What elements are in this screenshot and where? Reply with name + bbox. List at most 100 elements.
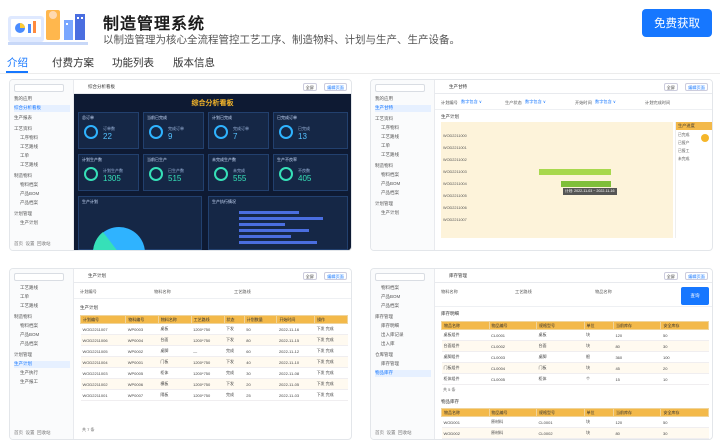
tab-pricing[interactable]: 付费方案 xyxy=(52,55,94,70)
gantt-tooltip: 计划: 2022-11-03 ~ 2022-11-16 xyxy=(563,188,617,195)
table-row: 桌板组件 CL0001 桌板块 120 50 xyxy=(441,329,709,341)
table-cell: 50 xyxy=(244,323,277,335)
table-header-cell: 安全库存 xyxy=(660,321,709,330)
screenshot-plan-list[interactable]: 工艺路线 工单 工艺路线 制造物料 物料档案 产品BOM 产品档案 计划管理 生… xyxy=(9,268,352,440)
mini-sidebar: 工艺路线 工单 工艺路线 制造物料 物料档案 产品BOM 产品档案 计划管理 生… xyxy=(10,269,74,439)
screenshot-gantt[interactable]: 我的应用 生产甘特 工艺资料 工序物料 工艺路线 工单 工艺路线 制造物料 物料… xyxy=(370,79,713,251)
mini-pager: 共 5 条 xyxy=(443,387,456,392)
mini-sidebar-item: 工艺路线 xyxy=(381,134,399,139)
mini-sidebar-item: 工序物料 xyxy=(381,125,399,130)
table-cell: 1200*750 xyxy=(191,323,225,335)
table-header-cell: 规格型号 xyxy=(536,408,585,417)
mini-sidebar-item: 生产计划 xyxy=(20,220,38,225)
mini-sidebar-item: 我的应用 xyxy=(14,96,32,101)
table-row: WOD001 原材料 CL0001 块 120 50 xyxy=(441,416,709,428)
dashboard-canvas: 综合分析看板 总订单 订单数 22 当前已完成 完成订单 9 计划已完成 完成订单 7… xyxy=(74,94,351,250)
table-cell: 60 xyxy=(244,345,277,357)
mini-sidebar-item: 物品库存 xyxy=(375,370,431,377)
table-header-cell: 操作 xyxy=(314,315,348,324)
table-header-cell: 计划编号 xyxy=(79,315,127,324)
table-cell: 门板 xyxy=(536,362,585,374)
tab-features[interactable]: 功能列表 xyxy=(112,55,154,70)
table-cell: 1200*750 xyxy=(191,356,225,368)
table-cell: WOD2211007 xyxy=(80,323,126,335)
mini-sidebar-item: 库存管理 xyxy=(381,361,399,366)
table-cell: 30 xyxy=(244,367,277,379)
mini-edit-button: 编辑页面 xyxy=(685,83,708,91)
mini-sidebar-item: 我的应用 xyxy=(375,96,393,101)
mini-sidebar-item: 物料档案 xyxy=(20,182,38,187)
table-header-cell: 规格型号 xyxy=(536,321,585,330)
dashboard-title: 综合分析看板 xyxy=(191,100,234,107)
tab-intro[interactable]: 介绍 xyxy=(7,55,28,70)
table-cell: 2022-11-12 xyxy=(276,345,315,357)
table-cell: 块 xyxy=(584,427,614,439)
table-cell: WOD2211006 xyxy=(80,334,126,346)
mini-breadcrumb: 综合分析看板 xyxy=(88,84,115,89)
table-cell: WOD2211004 xyxy=(80,356,126,368)
table-cell: 50 xyxy=(660,416,709,428)
table-cell: 桌板 xyxy=(158,323,192,335)
table-cell: WP0002 xyxy=(125,345,159,357)
screenshot-dashboard[interactable]: 我的应用 综合分析看板 生产报表 工艺资料 工序物料 工艺路线 工单 工艺路线 … xyxy=(9,79,352,251)
mini-breadcrumb: 生产甘特 xyxy=(449,84,467,89)
tab-active-indicator xyxy=(6,71,28,73)
mini-sidebar-item: 产品BOM xyxy=(381,294,401,299)
table-cell: 块 xyxy=(584,416,614,428)
mini-sidebar-item: 物料档案 xyxy=(381,172,399,177)
table-cell: 柜体 xyxy=(158,367,192,379)
table-cell: 30 xyxy=(660,340,709,352)
table-cell: WP0007 xyxy=(125,389,159,401)
mini-search-input xyxy=(375,84,425,92)
table-cell: WP0001 xyxy=(125,356,159,368)
table-cell: WOD2211001 xyxy=(80,389,126,401)
table-cell: 20 xyxy=(244,378,277,390)
mini-sidebar: 我的应用 综合分析看板 生产报表 工艺资料 工序物料 工艺路线 工单 工艺路线 … xyxy=(10,80,74,250)
table-cell: 下发 完成 xyxy=(314,367,348,379)
mini-sidebar-item: 出入库 xyxy=(381,341,395,346)
get-free-button[interactable]: 免费获取 xyxy=(642,9,712,37)
mini-sidebar-item: 产品BOM xyxy=(381,181,401,186)
table-cell: CL0001 xyxy=(536,416,585,428)
mini-sidebar-item: 库存明细 xyxy=(381,323,399,328)
table-cell: WOD2211002 xyxy=(80,378,126,390)
mini-sidebar-item: 工单 xyxy=(20,153,29,158)
table-header-cell: 物料编号 xyxy=(125,315,159,324)
table-cell: 2022-11-08 xyxy=(276,367,315,379)
table-row: 门板组件 CL0004 门板块 45 20 xyxy=(441,362,709,374)
mini-sidebar: 物料档案 产品BOM 产品档案 库存管理 库存明细 出入库记录 出入库 仓库管理… xyxy=(371,269,435,439)
kpi-card: 计划已完成 完成订单 7 xyxy=(208,112,269,149)
screenshot-material[interactable]: 物料档案 产品BOM 产品档案 库存管理 库存明细 出入库记录 出入库 仓库管理… xyxy=(370,268,713,440)
table-cell: 完成 xyxy=(224,345,245,357)
mini-edit-button: 编辑页面 xyxy=(324,83,347,91)
table-header-cell: 物料名称 xyxy=(157,315,192,324)
mini-sidebar-item: 生产执行 xyxy=(20,370,38,375)
table-cell: 2022-11-03 xyxy=(276,389,315,401)
tab-versions[interactable]: 版本信息 xyxy=(173,55,215,70)
material-table: 物品名称 物品编号 规格型号 单位 当前库存 安全库存 桌板组件 CL0001 桌板块 120 5… xyxy=(441,321,709,385)
table-cell: 柜体 xyxy=(536,373,585,385)
table-header-cell: 物品名称 xyxy=(441,321,490,330)
mini-edit-button: 编辑页面 xyxy=(685,272,708,280)
table-row: WOD2211007 WP0003 桌板 1200*750 下发 50 2022-11-16… xyxy=(80,323,348,335)
pie-panel: 生产计划 xyxy=(78,196,202,250)
table-cell: 完成 xyxy=(224,367,245,379)
mini-sidebar-item: 工艺路线 xyxy=(20,285,38,290)
table-row: WOD2211002 WP0006 横板 1200*750 下发 20 2022-11-05… xyxy=(80,378,348,390)
table-header-cell: 计划数量 xyxy=(243,315,278,324)
table-cell: 桌脚组件 xyxy=(441,351,490,363)
table-row: WOD2211006 WP0004 台面 1200*750 下发 80 2022-11-15… xyxy=(80,334,348,346)
mini-sidebar-item: 工艺路线 xyxy=(20,162,38,167)
mini-sidebar-item: 计划管理 xyxy=(375,201,393,206)
mini-sidebar-footer: 首页 设置 回收站 xyxy=(375,430,412,435)
table-header-cell: 工艺路线 xyxy=(190,315,225,324)
table-cell: CL0003 xyxy=(489,351,537,363)
table-header-cell: 安全库存 xyxy=(660,408,709,417)
table-row: WOD2211004 WP0001 门板 1200*750 下发 40 2022-11-10… xyxy=(80,356,348,368)
mini-sidebar-item: 生产甘特 xyxy=(375,105,431,112)
table-header-cell: 当前库存 xyxy=(612,408,662,417)
mini-breadcrumb: 库存管理 xyxy=(449,273,467,278)
table-cell: 下发 xyxy=(224,356,245,368)
gantt-bar xyxy=(561,181,611,187)
mini-section-title: 物品库存 xyxy=(441,399,459,404)
